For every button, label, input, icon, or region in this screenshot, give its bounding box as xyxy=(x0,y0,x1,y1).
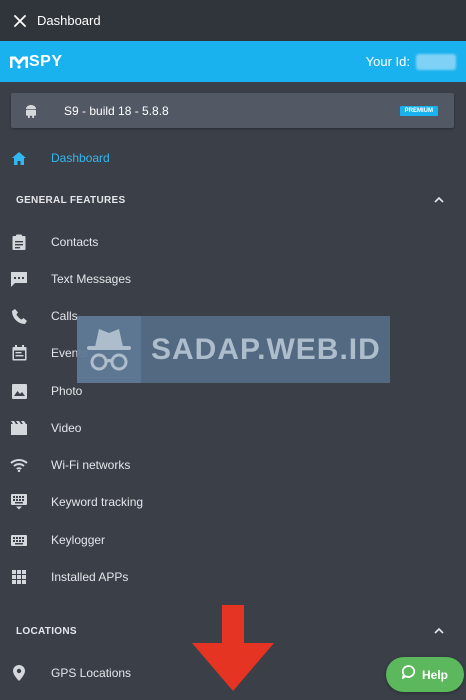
clipboard-icon xyxy=(10,233,28,251)
top-bar: Dashboard xyxy=(0,0,466,41)
chat-bubble-icon xyxy=(401,665,416,684)
feature-item-label: Calls xyxy=(51,309,78,323)
feature-item-label: Installed APPs xyxy=(51,570,129,584)
feature-item-label: Keyword tracking xyxy=(51,495,144,509)
feature-item-video[interactable]: Video xyxy=(0,414,466,442)
help-button[interactable]: Help xyxy=(386,657,464,692)
wifi-icon xyxy=(10,456,28,474)
phone-icon xyxy=(10,307,28,325)
device-selector[interactable]: S9 - build 18 - 5.8.8 PREMIUM xyxy=(11,93,454,128)
mspy-logo-mark-icon xyxy=(10,56,28,69)
chevron-up-icon[interactable] xyxy=(432,193,446,207)
nav-item-dashboard[interactable]: Dashboard xyxy=(0,144,466,172)
apps-grid-icon xyxy=(10,568,28,586)
feature-item-text-messages[interactable]: Text Messages xyxy=(0,265,466,293)
red-arrow-down-icon xyxy=(192,605,274,691)
close-icon[interactable] xyxy=(10,11,30,31)
brand-bar: SPY Your Id: xyxy=(0,41,466,82)
android-icon xyxy=(25,103,41,119)
watermark: SADAP.WEB.ID xyxy=(77,316,390,383)
film-icon xyxy=(10,419,28,437)
keyboard-icon xyxy=(10,531,28,549)
user-id: Your Id: xyxy=(365,53,456,70)
chevron-up-icon[interactable] xyxy=(432,624,446,638)
section-title: GENERAL FEATURES xyxy=(16,194,126,206)
image-icon xyxy=(10,382,28,400)
nav-item-label: Dashboard xyxy=(51,151,110,165)
spy-hat-glasses-icon xyxy=(77,316,141,383)
location-item-label: GPS Locations xyxy=(51,666,132,680)
feature-item-label: Wi-Fi networks xyxy=(51,458,131,472)
feature-item-wifi-networks[interactable]: Wi-Fi networks xyxy=(0,451,466,479)
keyboard-icon xyxy=(10,493,28,511)
feature-item-label: Keylogger xyxy=(51,533,106,547)
general-features-header: GENERAL FEATURES xyxy=(0,189,466,211)
feature-item-label: Photo xyxy=(51,384,83,398)
feature-item-keyword-tracking[interactable]: Keyword tracking xyxy=(0,488,466,516)
calendar-icon xyxy=(10,344,28,362)
section-title: LOCATIONS xyxy=(16,625,77,637)
premium-badge: PREMIUM xyxy=(399,106,438,116)
feature-item-label: Text Messages xyxy=(51,272,132,286)
device-name: S9 - build 18 - 5.8.8 xyxy=(64,103,169,118)
feature-item-keylogger[interactable]: Keylogger xyxy=(0,526,466,554)
help-label: Help xyxy=(421,667,448,682)
chat-icon xyxy=(10,270,28,288)
watermark-text: SADAP.WEB.ID xyxy=(151,332,381,366)
user-id-redacted xyxy=(416,53,456,70)
mspy-logo[interactable]: SPY xyxy=(10,53,63,71)
home-icon xyxy=(10,149,28,167)
feature-item-label: Contacts xyxy=(51,235,99,249)
top-bar-title: Dashboard xyxy=(37,13,101,28)
user-id-label: Your Id: xyxy=(365,54,410,69)
location-pin-icon xyxy=(10,664,28,682)
feature-item-contacts[interactable]: Contacts xyxy=(0,228,466,256)
logo-text: SPY xyxy=(29,52,63,70)
feature-item-installed-apps[interactable]: Installed APPs xyxy=(0,563,466,591)
feature-item-label: Video xyxy=(51,421,82,435)
